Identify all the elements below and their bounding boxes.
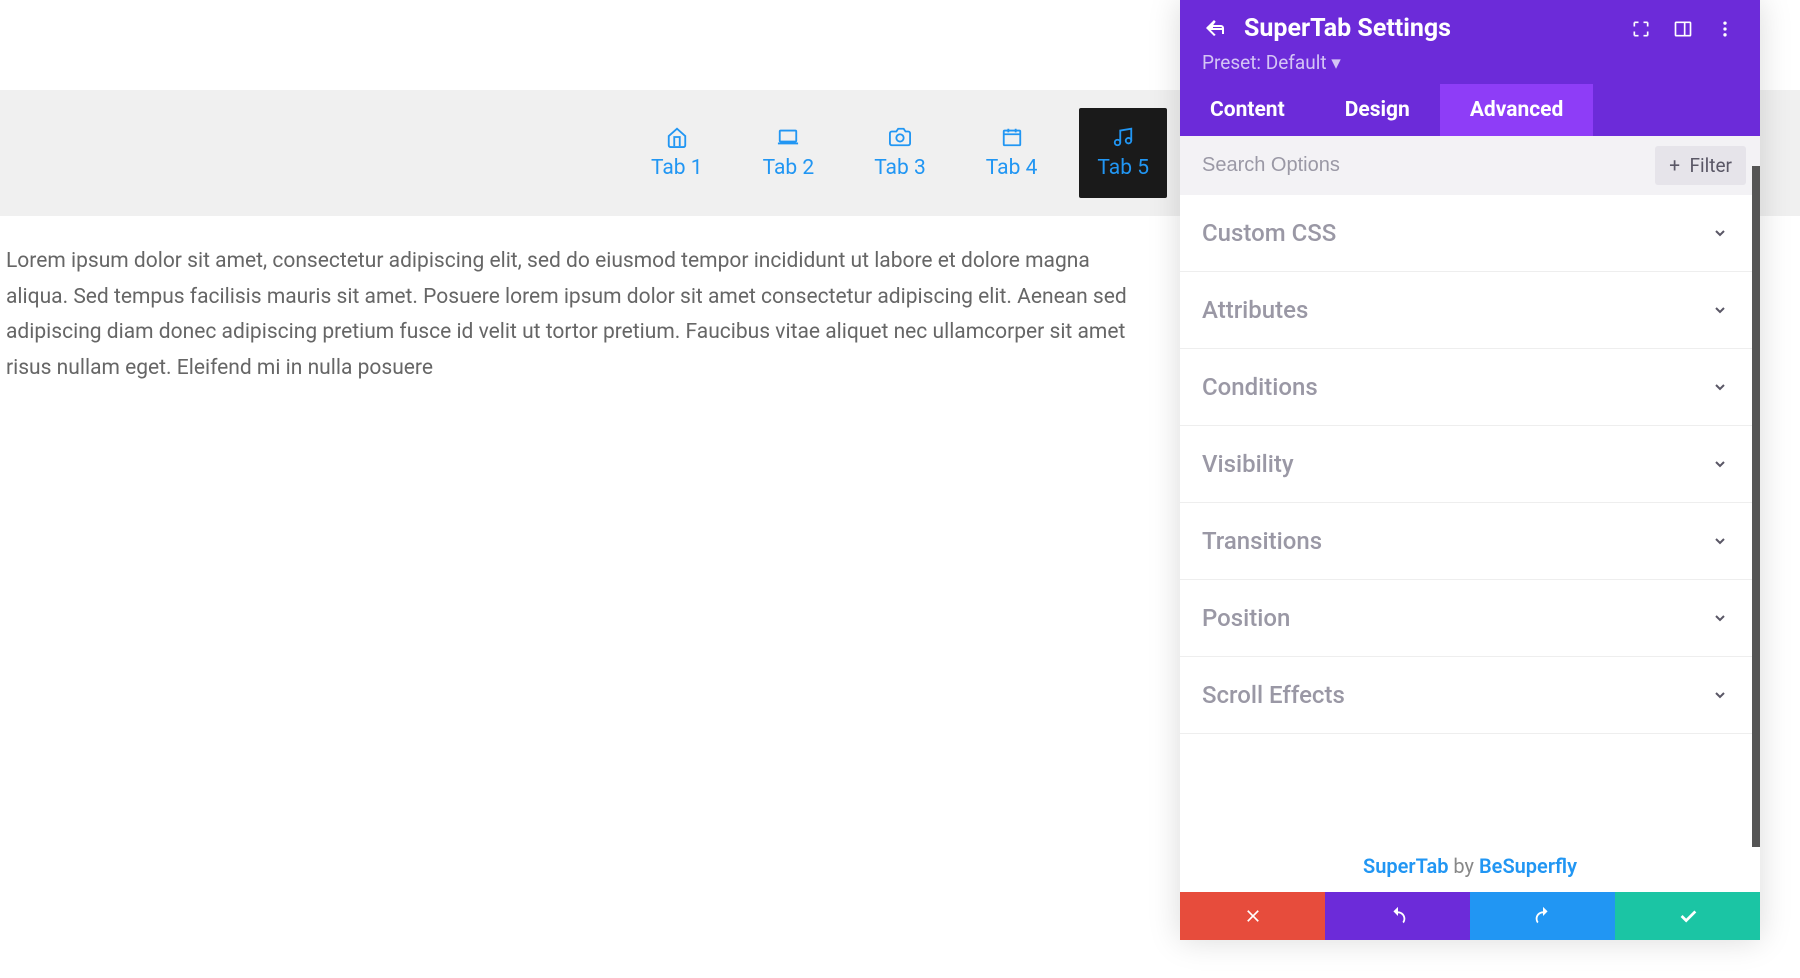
home-icon xyxy=(666,126,688,148)
chevron-down-icon xyxy=(1712,379,1728,395)
tab-content[interactable]: Content xyxy=(1180,84,1315,136)
kebab-menu-icon[interactable] xyxy=(1712,16,1738,42)
section-transitions[interactable]: Transitions xyxy=(1180,503,1760,580)
section-label: Scroll Effects xyxy=(1202,681,1345,709)
filter-button[interactable]: + Filter xyxy=(1655,146,1746,185)
section-conditions[interactable]: Conditions xyxy=(1180,349,1760,426)
section-label: Position xyxy=(1202,604,1290,632)
panel-header: SuperTab Settings Preset: Default ▾ xyxy=(1180,0,1760,84)
tab-4[interactable]: Tab 4 xyxy=(968,108,1056,198)
redo-button[interactable] xyxy=(1470,892,1615,940)
accordion: Custom CSS Attributes Conditions Visibil… xyxy=(1180,195,1760,840)
section-scroll-effects[interactable]: Scroll Effects xyxy=(1180,657,1760,734)
section-label: Custom CSS xyxy=(1202,219,1336,247)
tab-1[interactable]: Tab 1 xyxy=(633,108,721,198)
calendar-icon xyxy=(1001,126,1023,148)
chevron-down-icon xyxy=(1712,610,1728,626)
tab-3[interactable]: Tab 3 xyxy=(856,108,944,198)
back-icon[interactable] xyxy=(1202,16,1228,42)
chevron-down-icon xyxy=(1712,533,1728,549)
search-input[interactable] xyxy=(1202,154,1655,177)
credit-product-link[interactable]: SuperTab xyxy=(1363,854,1448,878)
section-label: Transitions xyxy=(1202,527,1322,555)
credit-by: by xyxy=(1448,854,1479,878)
section-label: Attributes xyxy=(1202,296,1308,324)
undo-button[interactable] xyxy=(1325,892,1470,940)
tab-advanced[interactable]: Advanced xyxy=(1440,84,1594,136)
preset-label: Preset: Default xyxy=(1202,51,1327,74)
chevron-down-icon xyxy=(1712,456,1728,472)
panel-title: SuperTab Settings xyxy=(1244,14,1612,43)
chevron-down-icon xyxy=(1712,302,1728,318)
tab-label: Tab 1 xyxy=(651,156,703,180)
tab-label: Tab 2 xyxy=(763,156,815,180)
tab-design[interactable]: Design xyxy=(1315,84,1440,136)
credit-author-link[interactable]: BeSuperfly xyxy=(1479,854,1577,878)
scrollbar[interactable] xyxy=(1752,166,1760,847)
section-custom-css[interactable]: Custom CSS xyxy=(1180,195,1760,272)
plus-icon: + xyxy=(1669,154,1680,177)
close-button[interactable] xyxy=(1180,892,1325,940)
chevron-down-icon xyxy=(1712,687,1728,703)
laptop-icon xyxy=(777,126,799,148)
filter-label: Filter xyxy=(1690,154,1732,177)
search-filter-row: + Filter xyxy=(1180,136,1760,195)
save-button[interactable] xyxy=(1615,892,1760,940)
settings-panel: SuperTab Settings Preset: Default ▾ Cont… xyxy=(1180,0,1760,940)
section-visibility[interactable]: Visibility xyxy=(1180,426,1760,503)
camera-icon xyxy=(889,126,911,148)
tab-label: Tab 3 xyxy=(874,156,926,180)
tab-2[interactable]: Tab 2 xyxy=(745,108,833,198)
panel-actions xyxy=(1180,892,1760,940)
section-position[interactable]: Position xyxy=(1180,580,1760,657)
section-label: Conditions xyxy=(1202,373,1318,401)
layout-icon[interactable] xyxy=(1670,16,1696,42)
section-attributes[interactable]: Attributes xyxy=(1180,272,1760,349)
panel-tabs: Content Design Advanced xyxy=(1180,84,1760,136)
tab-label: Tab 4 xyxy=(986,156,1038,180)
music-icon xyxy=(1112,126,1134,148)
chevron-down-icon xyxy=(1712,225,1728,241)
tab-content-text: Lorem ipsum dolor sit amet, consectetur … xyxy=(0,216,1160,415)
tab-5[interactable]: Tab 5 xyxy=(1079,108,1167,198)
panel-credit: SuperTab by BeSuperfly xyxy=(1180,840,1760,892)
expand-icon[interactable] xyxy=(1628,16,1654,42)
chevron-down-icon: ▾ xyxy=(1331,51,1341,74)
section-label: Visibility xyxy=(1202,450,1294,478)
tab-label: Tab 5 xyxy=(1097,156,1149,180)
preset-dropdown[interactable]: Preset: Default ▾ xyxy=(1202,51,1738,74)
